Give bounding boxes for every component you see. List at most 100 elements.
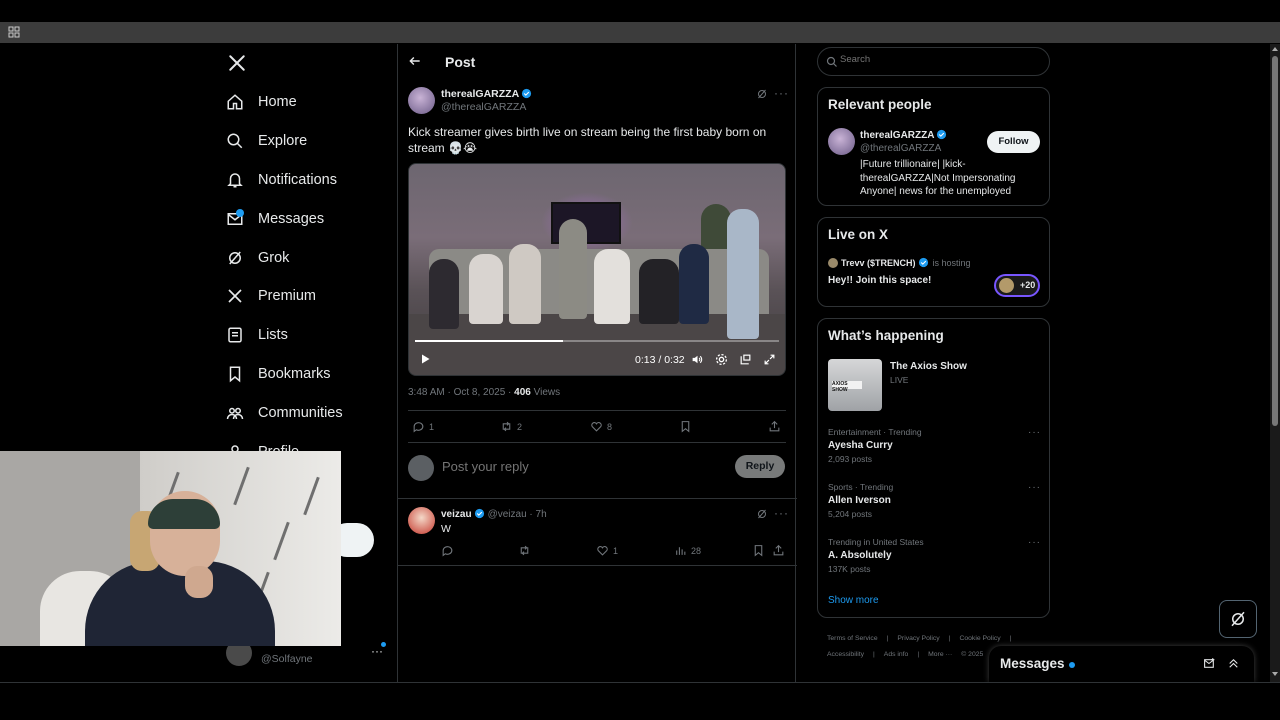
verified-badge-icon	[474, 508, 484, 519]
main-column: Post therealGARZZA @therealGARZZA ··· Ki…	[397, 44, 797, 682]
scrollbar[interactable]	[1270, 44, 1280, 682]
video-frame-person	[639, 259, 679, 324]
like-action[interactable]: 1	[596, 544, 618, 557]
search-icon	[227, 133, 243, 149]
repost-action[interactable]: 2	[500, 420, 522, 433]
footer-link[interactable]: Terms of Service	[827, 635, 878, 642]
footer-link[interactable]: Ads info	[884, 651, 909, 658]
sidebar-item-lists[interactable]: Lists	[226, 320, 288, 350]
avatar[interactable]	[408, 87, 435, 114]
footer-separator: |	[948, 635, 951, 642]
new-message-icon[interactable]	[1203, 657, 1216, 670]
chevron-up-icon[interactable]	[1227, 657, 1240, 670]
video-frame-person	[509, 244, 541, 324]
show-more-link[interactable]: Show more	[828, 595, 879, 606]
sidebar-item-label: Bookmarks	[258, 366, 331, 382]
settings-gear-icon[interactable]	[715, 353, 728, 366]
featured-title[interactable]: The Axios Show	[890, 361, 967, 372]
sidebar-item-bookmarks[interactable]: Bookmarks	[226, 359, 331, 389]
sidebar-item-grok[interactable]: Grok	[226, 243, 289, 273]
person-handle[interactable]: @therealGARZZA	[860, 143, 941, 154]
views-action[interactable]: 28	[674, 544, 701, 557]
back-arrow-icon[interactable]	[408, 54, 422, 68]
avatar[interactable]	[408, 507, 435, 534]
scroll-up-arrow[interactable]	[1272, 47, 1278, 51]
repost-action[interactable]	[518, 544, 535, 557]
more-options-icon[interactable]: ···	[1028, 537, 1041, 548]
avatar[interactable]	[828, 128, 855, 155]
footer-link[interactable]: More ···	[928, 651, 952, 658]
views-count: 406	[514, 387, 531, 398]
grok-icon[interactable]	[756, 88, 768, 100]
sidebar-item-communities[interactable]: Communities	[226, 398, 343, 428]
trend-topic: Allen Iverson	[828, 495, 891, 506]
more-options-icon[interactable]: ···	[774, 86, 789, 100]
video-frame-person	[679, 244, 709, 324]
author-name[interactable]: therealGARZZA	[441, 88, 532, 100]
share-action[interactable]	[772, 544, 789, 557]
grok-floating-button[interactable]	[1219, 600, 1257, 638]
footer-separator: |	[873, 651, 875, 658]
scroll-down-arrow[interactable]	[1272, 672, 1278, 676]
reply-icon	[413, 422, 424, 433]
trend-item[interactable]: Trending in United States A. Absolutely …	[828, 537, 1041, 574]
more-options-icon[interactable]: ···	[774, 506, 789, 520]
person-name[interactable]: therealGARZZA	[860, 129, 947, 141]
sidebar-item-premium[interactable]: Premium	[226, 281, 316, 311]
messages-drawer[interactable]: Messages	[989, 646, 1254, 682]
footer-link[interactable]: Cookie Policy	[959, 635, 1000, 642]
search-input[interactable]	[840, 54, 1040, 65]
x-logo-icon[interactable]	[228, 54, 246, 72]
sidebar-item-label: Lists	[258, 327, 288, 343]
play-icon[interactable]	[419, 353, 431, 365]
trend-item[interactable]: Entertainment · Trending Ayesha Curry 2,…	[828, 427, 1041, 464]
trend-topic: Ayesha Curry	[828, 440, 893, 451]
space-listeners-pill[interactable]: +20	[994, 274, 1040, 297]
grok-icon[interactable]	[756, 508, 768, 520]
share-action[interactable]	[768, 420, 785, 433]
video-player[interactable]: 0:13 / 0:32	[408, 163, 786, 376]
like-count: 1	[613, 545, 619, 556]
reply-action[interactable]	[441, 544, 458, 557]
sidebar-item-notifications[interactable]: Notifications	[226, 165, 337, 195]
bookmark-action[interactable]	[752, 544, 769, 557]
featured-thumbnail[interactable]: AXIOS SHOW	[828, 359, 882, 411]
search-bar[interactable]	[817, 47, 1050, 76]
page-title: Post	[445, 54, 476, 70]
share-icon	[769, 420, 780, 432]
video-controls: 0:13 / 0:32	[409, 347, 785, 373]
sidebar-item-label: Messages	[258, 211, 325, 227]
heart-icon	[597, 546, 608, 556]
picture-in-picture-icon[interactable]	[739, 353, 752, 366]
sidebar-item-explore[interactable]: Explore	[226, 126, 307, 156]
more-options-icon[interactable]: ···	[1028, 482, 1041, 493]
reply-author[interactable]: veizau @veizau · 7h	[441, 508, 547, 520]
sidebar-item-home[interactable]: Home	[226, 87, 297, 117]
apps-grid-icon[interactable]	[8, 26, 20, 38]
follow-button[interactable]: Follow	[987, 131, 1040, 153]
trend-item[interactable]: Sports · Trending Allen Iverson 5,204 po…	[828, 482, 1041, 519]
reply-action[interactable]: 1	[412, 420, 434, 433]
sidebar-item-label: Grok	[258, 250, 290, 266]
like-action[interactable]: 8	[590, 420, 612, 433]
trend-topic: A. Absolutely	[828, 550, 892, 561]
scrollbar-thumb[interactable]	[1272, 56, 1278, 426]
volume-icon[interactable]	[691, 353, 704, 366]
reply-button[interactable]: Reply	[735, 455, 785, 478]
reply-author-name: veizau	[441, 509, 472, 520]
bell-icon	[227, 173, 243, 188]
more-options-icon[interactable]: ···	[1028, 427, 1041, 438]
author-handle[interactable]: @therealGARZZA	[441, 101, 526, 113]
person-bio: |Future trillionaire| |kick-therealGARZZ…	[860, 159, 1016, 197]
analytics-icon	[676, 547, 686, 555]
reply-input[interactable]	[442, 459, 702, 474]
footer-link[interactable]: Privacy Policy	[897, 635, 939, 642]
sidebar-item-messages[interactable]: Messages	[226, 204, 324, 234]
bookmark-action[interactable]	[679, 420, 696, 433]
footer-link[interactable]: Accessibility	[827, 651, 864, 658]
space-host[interactable]: Trevv ($TRENCH) is hosting	[828, 257, 971, 268]
fullscreen-icon[interactable]	[763, 353, 776, 366]
like-count: 8	[607, 421, 613, 432]
space-title[interactable]: Hey!! Join this space!	[828, 275, 931, 286]
video-progress-bar[interactable]	[415, 340, 779, 342]
